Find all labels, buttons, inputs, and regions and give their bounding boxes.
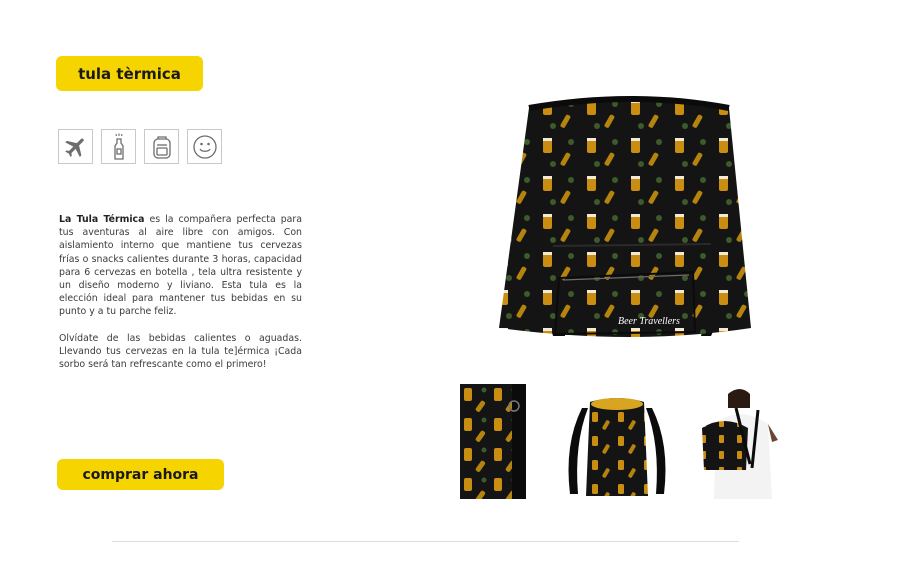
description-product-name: La Tula Térmica <box>59 214 145 225</box>
airplane-icon <box>58 129 93 164</box>
main-product-image[interactable]: Beer Travellers <box>493 96 771 346</box>
beer-bottle-icon <box>101 129 136 164</box>
product-description: La Tula Térmica es la compañera perfecta… <box>59 213 302 371</box>
backpack-icon <box>144 129 179 164</box>
smiley-icon <box>187 129 222 164</box>
brand-label: Beer Travellers <box>618 316 680 327</box>
description-paragraph-2: Olvídate de las bebidas calientes o agua… <box>59 332 302 371</box>
thumbnail-model[interactable] <box>698 384 784 499</box>
divider <box>112 541 739 542</box>
thumbnail-detail[interactable] <box>460 384 526 499</box>
feature-icons <box>58 129 222 164</box>
product-title: tula tèrmica <box>56 56 203 91</box>
buy-now-button[interactable]: comprar ahora <box>57 459 224 490</box>
description-text-1: es la compañera perfecta para tus aventu… <box>59 214 302 318</box>
description-paragraph-1: La Tula Térmica es la compañera perfecta… <box>59 213 302 319</box>
thumbnail-open[interactable] <box>562 384 672 499</box>
